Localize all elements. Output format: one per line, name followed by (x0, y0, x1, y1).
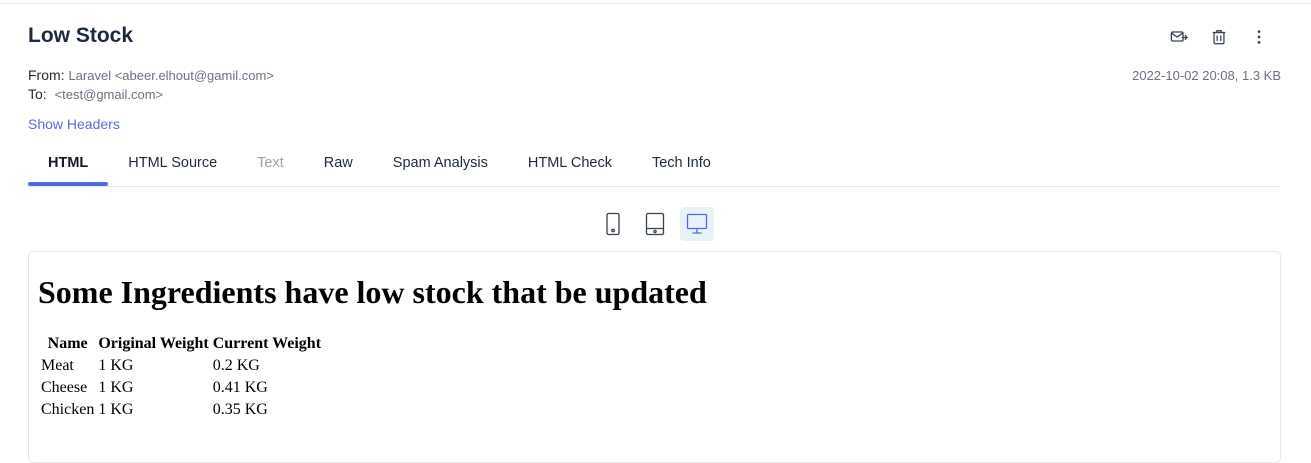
table-row: Chicken 1 KG 0.35 KG (40, 400, 322, 420)
table-cell: Cheese (41, 379, 88, 396)
table-cell: 0.2 KG (212, 357, 260, 374)
more-vertical-icon (1257, 30, 1261, 44)
table-cell: 0.41 KG (212, 379, 268, 396)
tab-raw[interactable]: Raw (304, 143, 373, 183)
table-cell: 1 KG (98, 379, 134, 396)
to-label: To: (28, 86, 47, 102)
to-value: <test@gmail.com> (54, 87, 164, 102)
delete-button[interactable] (1208, 26, 1230, 48)
from-label: From: (28, 67, 65, 83)
table-row: Cheese 1 KG 0.41 KG (40, 378, 322, 398)
release-mail-button[interactable] (1168, 26, 1190, 48)
table-cell: Meat (41, 357, 74, 374)
trash-icon (1212, 30, 1226, 45)
tab-html[interactable]: HTML (28, 143, 109, 186)
device-preview-toggle (596, 207, 714, 241)
tab-html-source[interactable]: HTML Source (108, 143, 237, 183)
tab-text: Text (257, 155, 284, 171)
from-value: Laravel <abeer.elhout@gamil.com> (68, 68, 274, 83)
tablet-view-button[interactable] (638, 207, 672, 241)
view-tabs: HTML HTML Source Text Raw Spam Analysis … (28, 143, 1280, 187)
phone-icon (606, 212, 620, 236)
show-headers-link[interactable]: Show Headers (28, 116, 120, 132)
table-cell: 1 KG (98, 357, 134, 374)
message-actions (1168, 26, 1270, 48)
table-cell: Chicken (41, 401, 95, 418)
tab-html-check[interactable]: HTML Check (508, 143, 632, 183)
tablet-icon (645, 212, 665, 236)
email-preview-pane: Some Ingredients have low stock that be … (28, 251, 1281, 463)
ingredients-table: Name Original Weight Current Weight Meat… (38, 332, 324, 422)
desktop-view-button[interactable] (680, 207, 714, 241)
more-options-button[interactable] (1248, 26, 1270, 48)
table-row: Meat 1 KG 0.2 KG (40, 356, 322, 376)
message-date-size: 2022-10-02 20:08, 1.3 KB (1132, 68, 1281, 83)
email-heading: Some Ingredients have low stock that be … (38, 274, 707, 310)
to-line: To: <test@gmail.com> (28, 85, 274, 104)
tab-tech-info[interactable]: Tech Info (632, 143, 731, 183)
top-divider (0, 3, 1311, 4)
from-line: From: Laravel <abeer.elhout@gamil.com> (28, 66, 274, 85)
release-mail-icon (1170, 31, 1188, 42)
table-cell: 0.35 KG (212, 401, 268, 418)
message-subject: Low Stock (28, 24, 134, 47)
column-header: Original Weight (98, 335, 209, 352)
column-header: Name (47, 335, 88, 352)
column-header: Current Weight (212, 335, 322, 352)
tab-spam-analysis[interactable]: Spam Analysis (373, 143, 508, 183)
table-header-row: Name Original Weight Current Weight (40, 334, 322, 354)
table-cell: 1 KG (98, 401, 134, 418)
message-meta: From: Laravel <abeer.elhout@gamil.com> T… (28, 66, 274, 104)
desktop-icon (686, 213, 708, 234)
phone-view-button[interactable] (596, 207, 630, 241)
